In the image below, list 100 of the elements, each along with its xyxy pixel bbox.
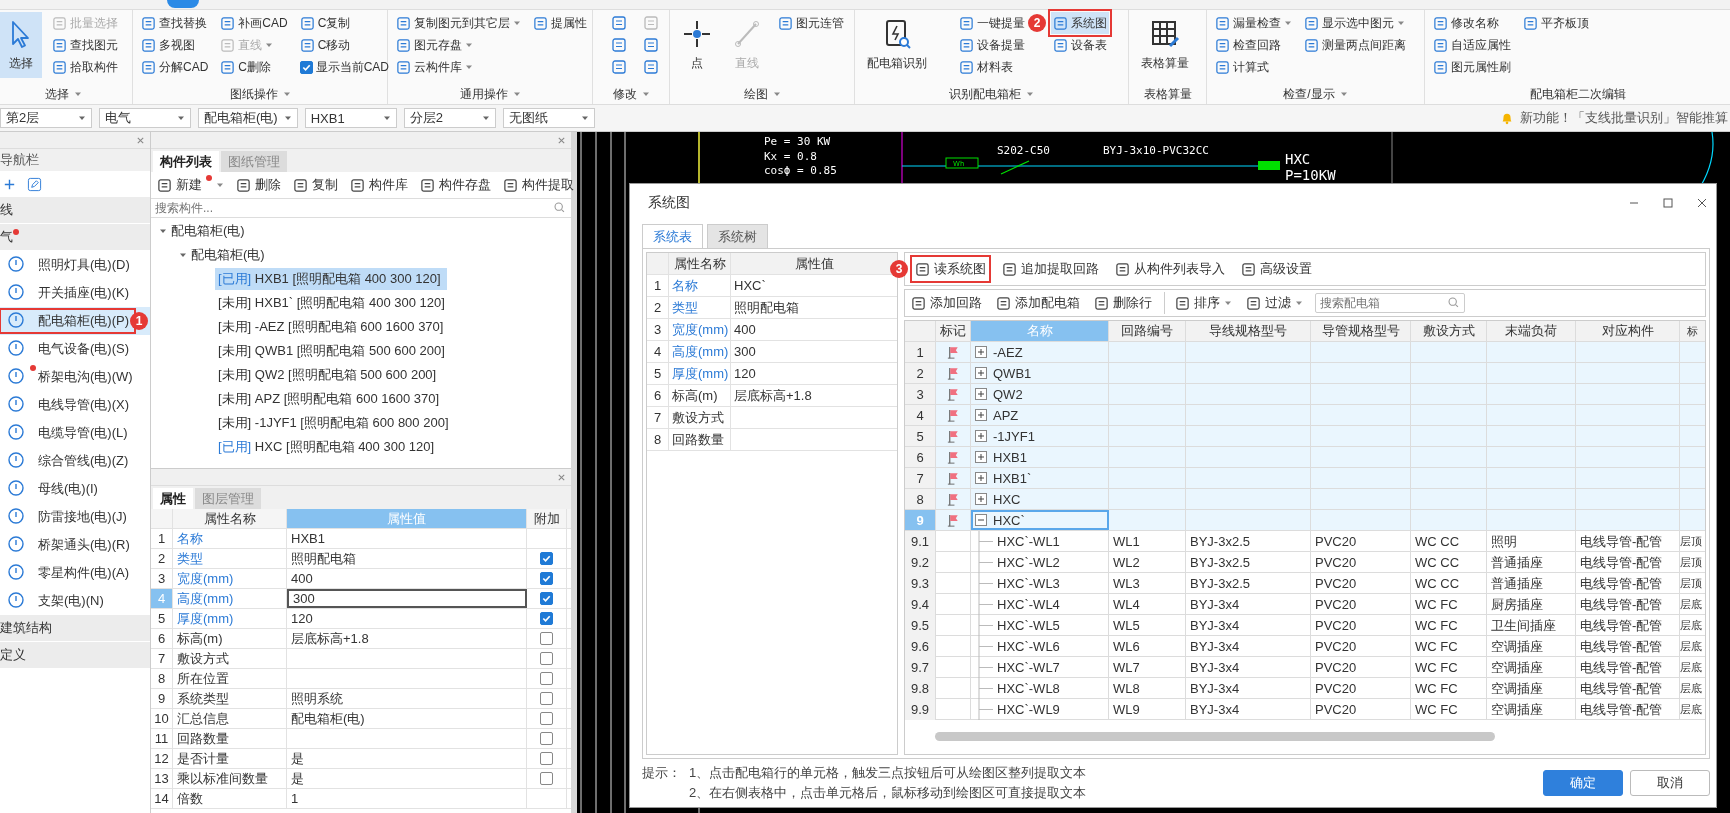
property-value[interactable]: 层底标高+1.8	[731, 385, 897, 406]
ribbon-button[interactable]: 计算式	[1213, 56, 1271, 78]
table-cell[interactable]: WC FC	[1411, 657, 1487, 678]
table-cell[interactable]: HXC`-WL3	[997, 576, 1060, 591]
nav-item[interactable]: 母线(电)(I)	[0, 475, 150, 503]
table-cell[interactable]: 层顶	[1680, 573, 1705, 594]
table-cell[interactable]: WL9	[1109, 699, 1186, 720]
property-value[interactable]: 照明配电箱	[731, 297, 897, 318]
nav-item[interactable]: 电缆导管(电)(L)	[0, 419, 150, 447]
ribbon-button[interactable]: 云构件库	[394, 56, 475, 78]
table-cell[interactable]: WL5	[1109, 615, 1186, 636]
table-cell[interactable]: 电线导管-配管	[1576, 699, 1680, 720]
ribbon-button[interactable]: 多视图	[139, 34, 197, 56]
close-icon[interactable]	[1696, 197, 1708, 209]
toolbar-button[interactable]: 添加回路	[909, 292, 984, 314]
plus-box-icon[interactable]	[975, 388, 987, 400]
table-cell[interactable]: HXC`	[993, 512, 1025, 528]
ribbon-button[interactable]: 补画CAD	[218, 12, 290, 34]
nav-item[interactable]: 电气设备(电)(S)	[0, 335, 150, 363]
property-value[interactable]: 120	[731, 363, 897, 384]
table-cell[interactable]: WL1	[1109, 531, 1186, 552]
tree-item[interactable]: [已用] HXB1 [照明配电箱 400 300 120]	[215, 268, 447, 290]
ribbon-button[interactable]: 图元属性刷	[1431, 56, 1513, 78]
nav-section[interactable]: 线	[0, 201, 13, 219]
table-cell[interactable]: 电线导管-配管	[1576, 594, 1680, 615]
table-cell[interactable]: WC FC	[1411, 678, 1487, 699]
ribbon-button[interactable]: 查找替换	[139, 12, 209, 34]
checkbox[interactable]	[540, 592, 553, 605]
table-cell[interactable]: -AEZ	[993, 344, 1023, 360]
property-value[interactable]: HXC`	[731, 275, 897, 296]
table-cell[interactable]: PVC20	[1311, 615, 1411, 636]
toolbar-button[interactable]: 追加提取回路	[1000, 258, 1101, 280]
ribbon-button[interactable]: 配电箱识别	[861, 12, 933, 78]
checkbox[interactable]: 显示当前CAD	[297, 56, 392, 78]
search-field[interactable]: 搜索配电箱	[1315, 293, 1465, 313]
property-value[interactable]: 120	[287, 609, 527, 628]
toolbar-button[interactable]: 添加配电箱	[994, 292, 1082, 314]
table-cell[interactable]: HXC`-WL9	[997, 702, 1060, 717]
menu-tab[interactable]	[167, 0, 199, 8]
table-cell[interactable]: HXB1`	[993, 470, 1032, 486]
table-cell[interactable]: BYJ-3x4	[1186, 657, 1311, 678]
checkbox[interactable]	[540, 732, 553, 745]
table-cell[interactable]: 层底	[1680, 636, 1705, 657]
table-cell[interactable]: WL4	[1109, 594, 1186, 615]
table-cell[interactable]: 普通插座	[1487, 552, 1576, 573]
checkbox[interactable]	[540, 652, 553, 665]
flag-icon[interactable]	[945, 428, 961, 444]
tab[interactable]: 系统树	[707, 224, 768, 248]
caret-icon[interactable]	[73, 90, 82, 98]
toolbar-button[interactable]: 构件库	[348, 174, 410, 196]
table-cell[interactable]: 电线导管-配管	[1576, 552, 1680, 573]
plus-box-icon[interactable]	[975, 346, 987, 358]
table-cell[interactable]: WC FC	[1411, 636, 1487, 657]
ribbon-button[interactable]: C删除	[218, 56, 273, 78]
toolbar-button[interactable]: 构件提取	[501, 174, 576, 196]
confirm-button[interactable]: 确定	[1543, 770, 1623, 796]
table-cell[interactable]: 层底	[1680, 678, 1705, 699]
table-cell[interactable]: QW2	[993, 386, 1023, 402]
nav-item[interactable]: 零星构件(电)(A)	[0, 559, 150, 587]
table-cell[interactable]: 电线导管-配管	[1576, 657, 1680, 678]
flag-icon[interactable]	[945, 344, 961, 360]
nav-item[interactable]: 电线导管(电)(X)	[0, 391, 150, 419]
caret-icon[interactable]	[1339, 90, 1348, 98]
table-cell[interactable]: PVC20	[1311, 594, 1411, 615]
table-cell[interactable]: 空调插座	[1487, 657, 1576, 678]
table-cell[interactable]: 空调插座	[1487, 699, 1576, 720]
table-cell[interactable]: BYJ-3x2.5	[1186, 531, 1311, 552]
table-cell[interactable]: 层顶	[1680, 531, 1705, 552]
table-cell[interactable]: 层底	[1680, 615, 1705, 636]
ribbon-button[interactable]: 修改名称	[1431, 12, 1501, 34]
nav-section[interactable]: 气	[0, 228, 13, 246]
ribbon-button[interactable]: C复制	[297, 12, 353, 34]
toolbar-button[interactable]: 构件存盘	[418, 174, 493, 196]
ribbon-button[interactable]: 材料表	[957, 56, 1015, 78]
table-cell[interactable]: APZ	[993, 407, 1019, 423]
table-cell[interactable]: PVC20	[1311, 699, 1411, 720]
table-cell[interactable]: BYJ-3x4	[1186, 678, 1311, 699]
table-cell[interactable]: 层顶	[1680, 552, 1705, 573]
scrollbar-thumb[interactable]	[935, 732, 1495, 741]
ribbon-button[interactable]: 设备表	[1051, 34, 1109, 56]
ribbon-button[interactable]: 设备提量	[957, 34, 1027, 56]
tab[interactable]: 构件列表	[153, 151, 219, 172]
flag-icon[interactable]	[945, 449, 961, 465]
table-cell[interactable]: 层底	[1680, 594, 1705, 615]
table-cell[interactable]: 电线导管-配管	[1576, 573, 1680, 594]
plus-box-icon[interactable]	[975, 409, 987, 421]
table-cell[interactable]: HXC`-WL6	[997, 639, 1060, 654]
search-field[interactable]: 搜索构件...	[151, 198, 571, 218]
table-cell[interactable]: 层底	[1680, 699, 1705, 720]
table-cell[interactable]: WC FC	[1411, 699, 1487, 720]
cancel-button[interactable]: 取消	[1630, 770, 1710, 796]
table-cell[interactable]: PVC20	[1311, 552, 1411, 573]
tree-item[interactable]: [未用] HXB1` [照明配电箱 400 300 120]	[215, 292, 451, 314]
ribbon-button[interactable]: 图元存盘	[394, 34, 475, 56]
flag-icon[interactable]	[945, 512, 961, 528]
ribbon-button[interactable]: 选择	[0, 12, 42, 78]
table-cell[interactable]: HXC`-WL5	[997, 618, 1060, 633]
flag-icon[interactable]	[945, 407, 961, 423]
table-cell[interactable]: 电线导管-配管	[1576, 678, 1680, 699]
table-cell[interactable]: WL7	[1109, 657, 1186, 678]
